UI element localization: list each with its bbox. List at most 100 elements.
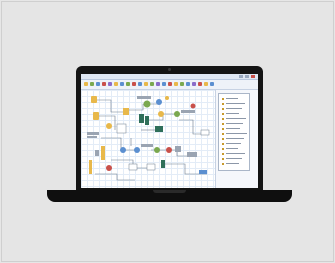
palette-item-label xyxy=(226,108,242,109)
ribbon-tool-icon[interactable] xyxy=(114,82,118,86)
reactor-icon xyxy=(143,100,151,108)
ribbon-tool-icon[interactable] xyxy=(132,82,136,86)
mixer-icon xyxy=(123,108,129,115)
palette-item-label xyxy=(226,128,240,129)
ribbon-tool-icon[interactable] xyxy=(126,82,130,86)
splitter-icon xyxy=(175,146,181,152)
close-icon[interactable] xyxy=(251,75,255,78)
palette-item-label xyxy=(226,153,245,154)
feed-tank-icon xyxy=(93,112,99,120)
stream-line xyxy=(127,103,159,111)
palette-item-label xyxy=(226,98,238,99)
model-block-icon xyxy=(222,128,224,130)
label-tag xyxy=(95,150,99,156)
palette-item-label xyxy=(226,113,239,114)
ribbon-tool-icon[interactable] xyxy=(102,82,106,86)
pump-icon xyxy=(165,96,169,100)
ribbon-toolbar xyxy=(81,80,258,90)
ribbon-tool-icon[interactable] xyxy=(156,82,160,86)
separator-icon xyxy=(158,111,164,117)
flash-drum-icon xyxy=(146,163,156,171)
stream-line xyxy=(95,173,135,181)
label-tag xyxy=(181,110,195,113)
laptop-hinge-notch xyxy=(153,190,186,193)
ribbon-tool-icon[interactable] xyxy=(108,82,112,86)
ribbon-tool-icon[interactable] xyxy=(210,82,214,86)
palette-item-label xyxy=(226,148,238,149)
product-tank-icon xyxy=(199,170,207,174)
ribbon-tool-icon[interactable] xyxy=(96,82,100,86)
maximize-icon[interactable] xyxy=(245,75,249,78)
ribbon-tool-icon[interactable] xyxy=(198,82,202,86)
stream-line xyxy=(101,137,139,151)
laptop-lid xyxy=(76,66,263,191)
ribbon-tool-icon[interactable] xyxy=(168,82,172,86)
equipment-nodes xyxy=(87,96,210,174)
ribbon-tool-icon[interactable] xyxy=(204,82,208,86)
model-block-icon xyxy=(222,153,224,155)
ribbon-tool-icon[interactable] xyxy=(174,82,178,86)
minimize-icon[interactable] xyxy=(239,75,243,78)
column-icon xyxy=(155,126,163,132)
pump-icon xyxy=(106,123,112,129)
reactor-icon xyxy=(154,147,160,153)
label-tag xyxy=(87,136,97,138)
ribbon-tool-icon[interactable] xyxy=(144,82,148,86)
model-block-icon xyxy=(222,163,224,165)
ribbon-tool-icon[interactable] xyxy=(186,82,190,86)
webcam-icon xyxy=(168,68,171,71)
model-block-icon xyxy=(222,148,224,150)
palette-item-label xyxy=(226,118,246,119)
ribbon-tool-icon[interactable] xyxy=(90,82,94,86)
label-tag xyxy=(137,96,151,99)
palette-item-label xyxy=(226,133,247,134)
palette-item-label xyxy=(226,103,245,104)
palette-item-label xyxy=(226,158,242,159)
model-palette-panel xyxy=(218,93,250,171)
stream-line xyxy=(95,99,125,113)
model-block-icon xyxy=(222,158,224,160)
model-block-icon xyxy=(222,98,224,100)
model-block-icon xyxy=(222,123,224,125)
column-icon xyxy=(145,116,149,125)
label-tag xyxy=(87,132,99,135)
flash-drum-icon xyxy=(128,163,138,171)
column-icon xyxy=(139,114,144,123)
model-block-icon xyxy=(222,138,224,140)
product-tank-icon xyxy=(200,129,210,136)
model-block-icon xyxy=(222,103,224,105)
valve-icon xyxy=(190,103,196,109)
heat-exchanger-icon xyxy=(134,147,140,153)
palette-sidebar xyxy=(215,90,258,188)
model-block-icon xyxy=(222,143,224,145)
tower-icon xyxy=(101,146,105,160)
tower-icon xyxy=(89,160,92,174)
heat-exchanger-icon xyxy=(156,99,162,105)
ribbon-tool-icon[interactable] xyxy=(138,82,142,86)
ribbon-tool-icon[interactable] xyxy=(162,82,166,86)
model-block-icon xyxy=(222,118,224,120)
process-flow-diagram xyxy=(87,96,210,181)
palette-item-label xyxy=(226,163,239,164)
palette-item-label xyxy=(226,143,241,144)
heat-exchanger-icon xyxy=(120,147,126,153)
label-tag xyxy=(141,144,153,147)
model-block-icon xyxy=(222,113,224,115)
valve-icon xyxy=(166,147,172,153)
palette-item-label xyxy=(226,138,244,139)
palette-item-label xyxy=(226,123,243,124)
laptop-screen xyxy=(81,74,258,188)
ribbon-tool-icon[interactable] xyxy=(150,82,154,86)
ribbon-tool-icon[interactable] xyxy=(192,82,196,86)
column-icon xyxy=(161,160,165,168)
ribbon-tool-icon[interactable] xyxy=(180,82,184,86)
reactor-icon xyxy=(174,111,180,117)
label-tag xyxy=(187,152,197,157)
laptop-base xyxy=(47,190,292,202)
compressor-icon xyxy=(116,123,127,134)
feed-tank-icon xyxy=(91,96,97,103)
valve-icon xyxy=(106,165,112,171)
ribbon-tool-icon[interactable] xyxy=(120,82,124,86)
ribbon-tool-icon[interactable] xyxy=(84,82,88,86)
model-block-icon xyxy=(222,108,224,110)
